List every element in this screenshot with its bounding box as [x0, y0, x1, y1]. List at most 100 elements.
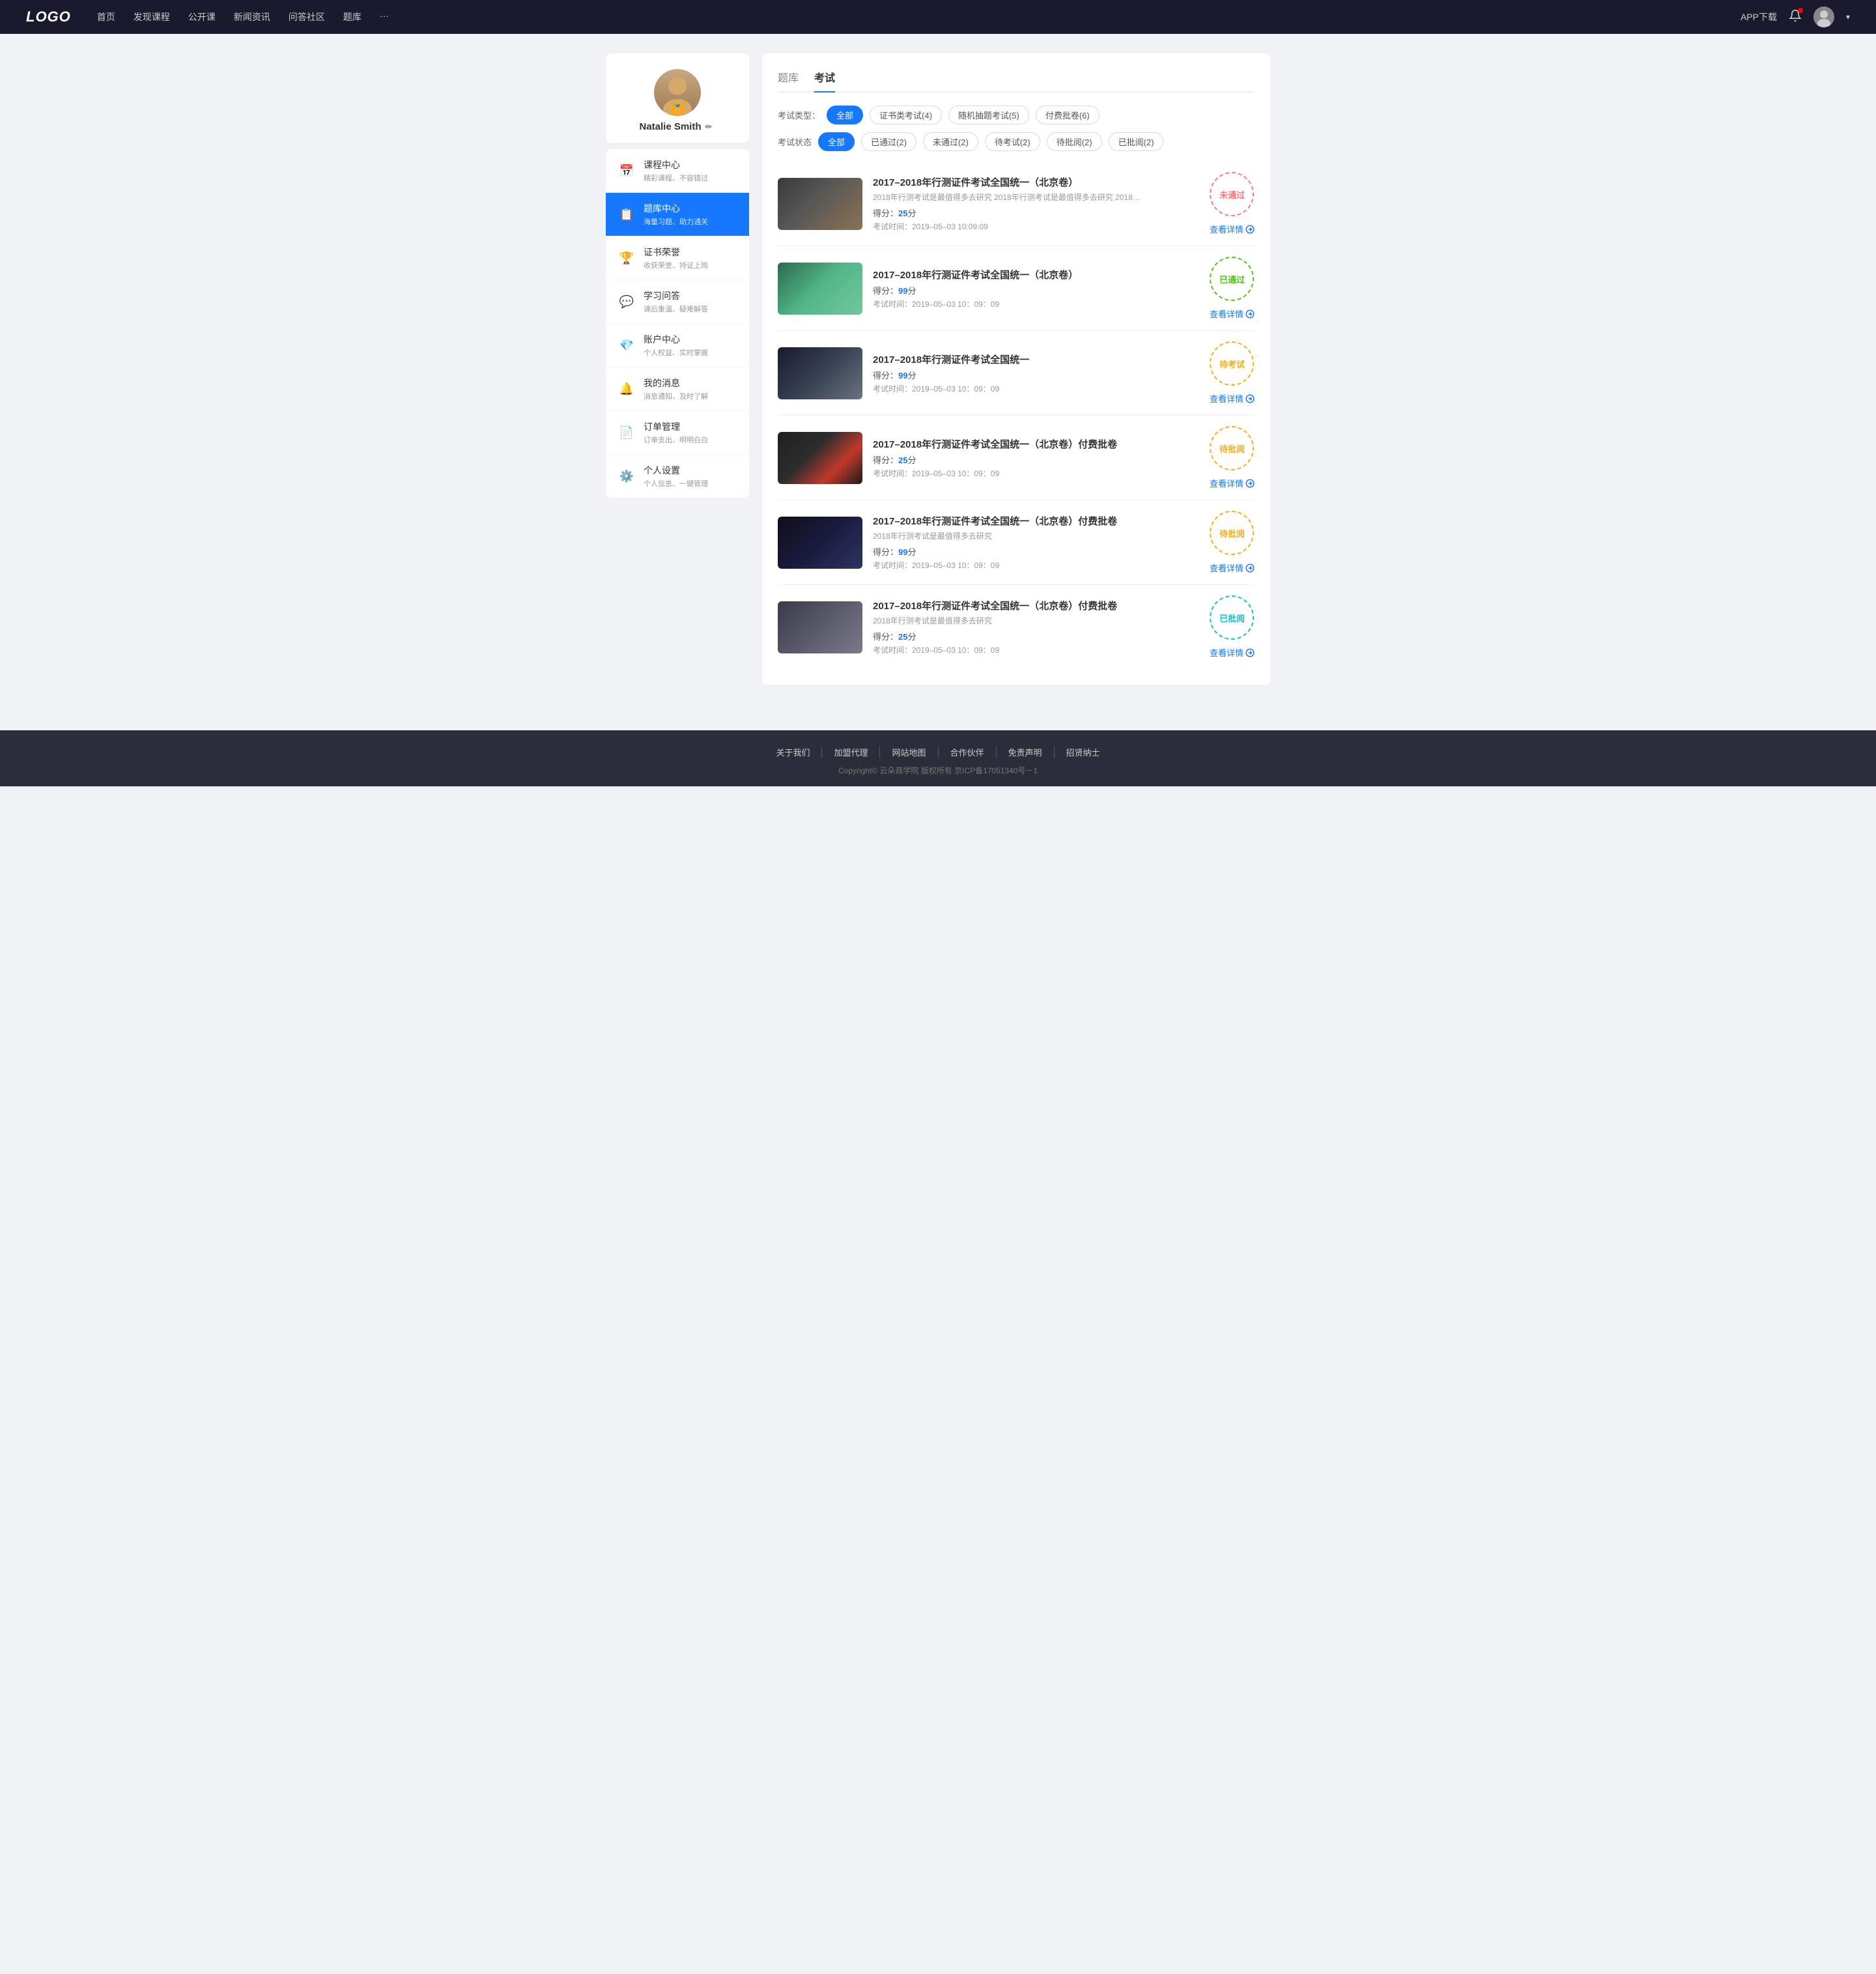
exam-info: 2017–2018年行测证件考试全国统一（北京卷） 2018年行测考试是最值得多…	[873, 175, 1199, 232]
profile-section: 🏅 Natalie Smith ✏	[606, 53, 749, 143]
main-nav: 首页 发现课程 公开课 新闻资讯 问答社区 题库 ···	[97, 10, 1741, 23]
sidebar-item-course[interactable]: 📅 课程中心 精彩课程、不容错过	[606, 149, 749, 193]
tab-question-bank[interactable]: 题库	[778, 69, 799, 91]
status-filter-reviewed[interactable]: 已批阅(2)	[1109, 132, 1164, 151]
status-filter-passed[interactable]: 已通过(2)	[861, 132, 917, 151]
profile-badge: 🏅	[670, 102, 685, 116]
nav-more[interactable]: ···	[380, 10, 389, 23]
exam-info: 2017–2018年行测证件考试全国统一（北京卷）付费批卷 得分：25分 考试时…	[873, 437, 1199, 479]
exam-info: 2017–2018年行测证件考试全国统一（北京卷）付费批卷 2018年行测考试是…	[873, 599, 1199, 655]
exam-score: 得分：25分	[873, 630, 1199, 642]
sidebar-item-order[interactable]: 📄 订单管理 订单支出、明明白白	[606, 411, 749, 455]
sidebar-item-qa[interactable]: 💬 学习问答 课后重温、疑难解答	[606, 280, 749, 324]
footer-link[interactable]: 加盟代理	[822, 746, 880, 758]
edit-profile-icon[interactable]: ✏	[705, 122, 716, 132]
exam-item: 2017–2018年行测证件考试全国统一（北京卷）付费批卷 得分：25分 考试时…	[778, 416, 1255, 500]
view-detail-button[interactable]: 查看详情	[1210, 646, 1255, 659]
sidebar-item-qa-sub: 课后重温、疑难解答	[644, 304, 708, 314]
sidebar-item-qa-title: 学习问答	[644, 289, 708, 302]
exam-time: 考试时间：2019–05–03 10:09:09	[873, 221, 1199, 232]
exam-time: 考试时间：2019–05–03 10：09：09	[873, 298, 1199, 309]
type-filter-cert[interactable]: 证书类考试(4)	[870, 106, 942, 124]
sidebar-nav: 📅 课程中心 精彩课程、不容错过 📋 题库中心 海量习题、助力通关 🏆 证书荣誉…	[606, 149, 749, 498]
exam-item: 2017–2018年行测证件考试全国统一（北京卷） 得分：99分 考试时间：20…	[778, 246, 1255, 331]
exam-time: 考试时间：2019–05–03 10：09：09	[873, 644, 1199, 655]
logo: LOGO	[26, 8, 71, 25]
sidebar-item-message-title: 我的消息	[644, 377, 708, 390]
sidebar-item-message[interactable]: 🔔 我的消息 消息通知、及时了解	[606, 367, 749, 411]
footer-link[interactable]: 免责声明	[997, 746, 1055, 758]
footer-link[interactable]: 招贤纳士	[1055, 746, 1112, 758]
view-detail-button[interactable]: 查看详情	[1210, 477, 1255, 489]
sidebar-item-order-sub: 订单支出、明明白白	[644, 435, 708, 445]
settings-icon: ⚙️	[616, 466, 637, 487]
footer-link[interactable]: 关于我们	[764, 746, 822, 758]
sidebar-item-account[interactable]: 💎 账户中心 个人权益、实时掌握	[606, 324, 749, 367]
exam-score: 得分：99分	[873, 369, 1199, 381]
status-stamp: 未通过	[1210, 172, 1254, 216]
status-filter-label: 考试状态	[778, 136, 812, 148]
exam-info: 2017–2018年行测证件考试全国统一（北京卷） 得分：99分 考试时间：20…	[873, 268, 1199, 309]
nav-qa[interactable]: 问答社区	[289, 10, 325, 23]
nav-open-course[interactable]: 公开课	[188, 10, 216, 23]
type-filter-row: 考试类型： 全部 证书类考试(4) 随机抽题考试(5) 付费批卷(6)	[778, 106, 1255, 124]
exam-time: 考试时间：2019–05–03 10：09：09	[873, 383, 1199, 394]
exam-right: 待考试 查看详情	[1210, 341, 1255, 405]
sidebar-item-account-title: 账户中心	[644, 333, 708, 346]
exam-time: 考试时间：2019–05–03 10：09：09	[873, 560, 1199, 571]
exam-item: 2017–2018年行测证件考试全国统一（北京卷）付费批卷 2018年行测考试是…	[778, 585, 1255, 669]
footer-link[interactable]: 网站地图	[880, 746, 938, 758]
user-avatar[interactable]	[1813, 7, 1834, 27]
status-stamp: 已批阅	[1210, 595, 1254, 640]
tab-exam[interactable]: 考试	[814, 69, 835, 91]
content-tabs: 题库 考试	[778, 69, 1255, 93]
view-detail-button[interactable]: 查看详情	[1210, 223, 1255, 235]
exam-thumb	[778, 178, 862, 230]
exam-score: 得分：25分	[873, 453, 1199, 466]
content-area: 题库 考试 考试类型： 全部 证书类考试(4) 随机抽题考试(5) 付费批卷(6…	[762, 53, 1270, 685]
view-detail-button[interactable]: 查看详情	[1210, 562, 1255, 574]
exam-thumb	[778, 347, 862, 399]
exam-score: 得分：99分	[873, 545, 1199, 558]
sidebar-item-cert-title: 证书荣誉	[644, 246, 708, 259]
view-detail-button[interactable]: 查看详情	[1210, 308, 1255, 320]
nav-question-bank[interactable]: 题库	[343, 10, 362, 23]
footer: 关于我们加盟代理网站地图合作伙伴免责声明招贤纳士 Copyright© 云朵商学…	[0, 730, 1876, 786]
profile-username: Natalie Smith	[639, 121, 701, 132]
sidebar-item-order-title: 订单管理	[644, 420, 708, 433]
sidebar-item-qb-sub: 海量习题、助力通关	[644, 216, 708, 227]
exam-score: 得分：25分	[873, 207, 1199, 219]
nav-home[interactable]: 首页	[97, 10, 115, 23]
exam-title: 2017–2018年行测证件考试全国统一	[873, 352, 1199, 366]
status-filter-all[interactable]: 全部	[818, 132, 855, 151]
status-stamp: 待考试	[1210, 341, 1254, 386]
status-filter-pending-exam[interactable]: 待考试(2)	[985, 132, 1040, 151]
sidebar-item-cert-sub: 收获荣誉、持证上岗	[644, 260, 708, 270]
sidebar-item-cert[interactable]: 🏆 证书荣誉 收获荣誉、持证上岗	[606, 236, 749, 280]
sidebar-item-account-sub: 个人权益、实时掌握	[644, 347, 708, 358]
nav-discover[interactable]: 发现课程	[134, 10, 170, 23]
exam-thumb	[778, 263, 862, 315]
type-filter-random[interactable]: 随机抽题考试(5)	[948, 106, 1029, 124]
sidebar-item-settings[interactable]: ⚙️ 个人设置 个人信息、一键管理	[606, 455, 749, 498]
view-detail-button[interactable]: 查看详情	[1210, 392, 1255, 405]
type-filter-all[interactable]: 全部	[827, 106, 863, 124]
footer-copyright: Copyright© 云朵商学院 版权所有 京ICP备17051340号－1	[13, 765, 1863, 776]
nav-news[interactable]: 新闻资讯	[234, 10, 270, 23]
user-dropdown-arrow[interactable]: ▾	[1846, 12, 1850, 21]
profile-name-row: Natalie Smith ✏	[639, 121, 715, 132]
sidebar-item-course-title: 课程中心	[644, 158, 708, 171]
exam-title: 2017–2018年行测证件考试全国统一（北京卷）付费批卷	[873, 514, 1199, 528]
notification-bell[interactable]	[1789, 9, 1802, 25]
app-download-button[interactable]: APP下载	[1741, 10, 1777, 23]
footer-link[interactable]: 合作伙伴	[939, 746, 997, 758]
status-filter-pending-review[interactable]: 待批阅(2)	[1047, 132, 1102, 151]
exam-right: 待批阅 查看详情	[1210, 511, 1255, 574]
sidebar: 🏅 Natalie Smith ✏ 📅 课程中心 精彩课程、不容错过 📋 题库中…	[606, 53, 749, 685]
status-filter-failed[interactable]: 未通过(2)	[923, 132, 978, 151]
exam-time: 考试时间：2019–05–03 10：09：09	[873, 468, 1199, 479]
sidebar-item-question-bank[interactable]: 📋 题库中心 海量习题、助力通关	[606, 193, 749, 236]
message-icon: 🔔	[616, 379, 637, 399]
order-icon: 📄	[616, 422, 637, 443]
type-filter-paid[interactable]: 付费批卷(6)	[1036, 106, 1100, 124]
